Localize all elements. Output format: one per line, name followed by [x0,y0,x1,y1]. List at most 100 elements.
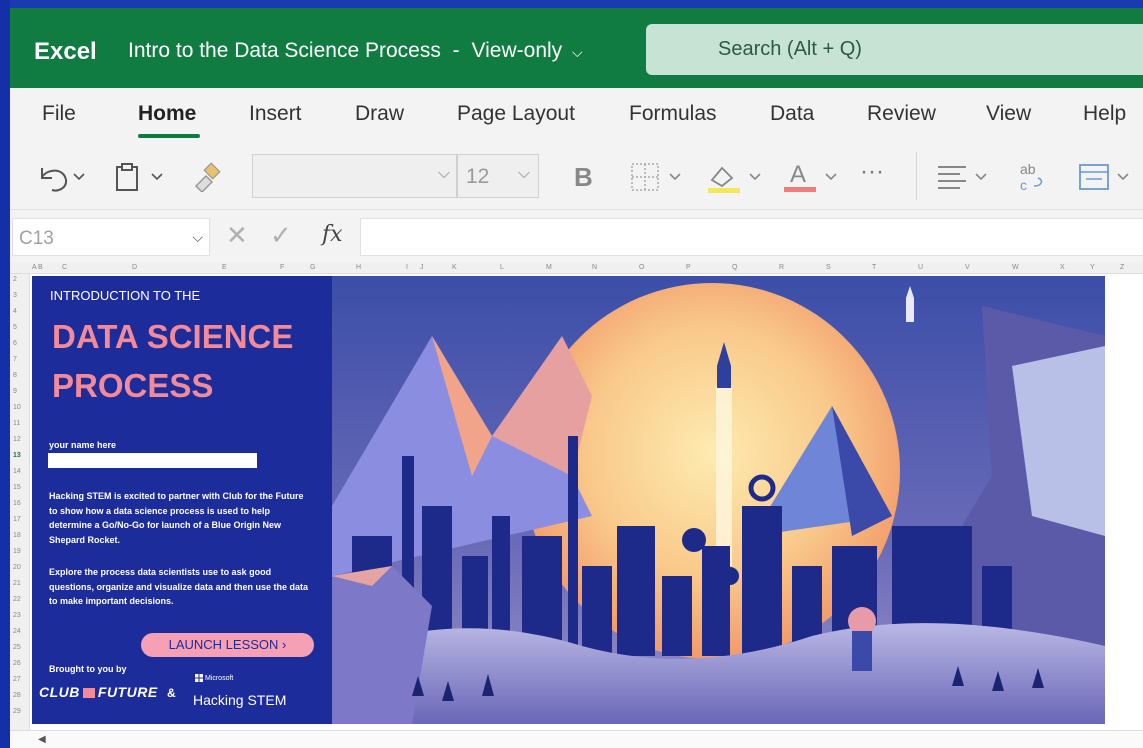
column-header[interactable]: T [872,264,876,271]
borders-button[interactable] [630,162,690,198]
merge-cells-button[interactable] [1078,162,1138,198]
column-header[interactable]: V [965,264,970,271]
column-header[interactable]: R [779,264,784,271]
column-header[interactable]: Y [1090,264,1095,271]
row-header[interactable]: 2 [13,276,17,283]
row-header[interactable]: 8 [13,372,17,379]
row-header[interactable]: 15 [13,484,21,491]
name-box[interactable]: C13 ⌵ [12,218,210,256]
launch-lesson-button[interactable]: LAUNCH LESSON › [141,633,314,657]
more-options-button[interactable]: ··· [860,158,884,186]
insert-function-icon[interactable]: fx [322,222,343,247]
paste-button[interactable] [114,162,168,198]
font-size-select[interactable]: 12 ⌵ [457,154,539,198]
column-header[interactable]: E [222,264,227,271]
format-painter-button[interactable] [192,162,222,198]
name-input-cell[interactable] [48,453,257,468]
tab-review[interactable]: Review [867,102,936,126]
enter-check-icon[interactable]: ✓ [270,220,292,251]
column-header[interactable]: X [1060,264,1065,271]
row-header[interactable]: 17 [13,516,21,523]
column-header[interactable]: W [1012,264,1019,271]
row-header[interactable]: 18 [13,532,21,539]
tab-home[interactable]: Home [138,102,196,126]
row-header[interactable]: 21 [13,580,21,587]
row-header[interactable]: 14 [13,468,21,475]
scroll-left-icon[interactable]: ◀ [38,734,46,745]
row-header[interactable]: 11 [13,420,20,427]
bold-button[interactable]: B [574,162,593,193]
chevron-down-icon: ⌵ [437,165,450,182]
row-header[interactable]: 7 [13,356,17,363]
align-button[interactable] [936,162,996,198]
wrap-text-button[interactable]: ab c [1018,160,1054,200]
brought-by-label: Brought to you by [49,664,127,674]
row-header[interactable]: 28 [13,692,21,699]
column-header[interactable]: A [32,264,37,271]
tab-view[interactable]: View [986,102,1031,126]
tab-file[interactable]: File [42,102,76,126]
row-header[interactable]: 22 [13,596,21,603]
row-header[interactable]: 12 [13,436,21,443]
column-header[interactable]: M [546,264,552,271]
excel-window: Excel Intro to the Data Science Process … [10,8,1143,748]
column-header[interactable]: O [639,264,644,271]
formula-input[interactable] [360,218,1143,256]
tab-page-layout[interactable]: Page Layout [457,102,575,126]
title-separator: - [452,39,460,62]
row-header-selected[interactable]: 13 [13,452,21,459]
cancel-icon[interactable]: ✕ [226,220,248,251]
lesson-title-line-2: PROCESS [52,367,214,404]
column-header[interactable]: P [686,264,691,271]
tab-help[interactable]: Help [1083,102,1126,126]
column-header[interactable]: Q [732,264,737,271]
column-header[interactable]: C [62,264,67,271]
horizontal-scrollbar[interactable]: ◀ [10,730,1143,748]
row-header[interactable]: 27 [13,676,21,683]
tab-data[interactable]: Data [770,102,814,126]
app-name[interactable]: Excel [34,38,97,66]
column-header[interactable]: L [500,264,504,271]
column-header[interactable]: D [132,264,137,271]
worksheet-grid[interactable]: INTRODUCTION TO THE DATA SCIENCE PROCESS… [30,274,1143,730]
title-bar: Excel Intro to the Data Science Process … [10,8,1143,88]
column-header[interactable]: B [38,264,43,271]
tab-insert[interactable]: Insert [249,102,302,126]
column-header[interactable]: N [592,264,597,271]
column-header[interactable]: F [280,264,284,271]
column-header[interactable]: G [310,264,315,271]
column-header[interactable]: J [420,264,424,271]
row-header[interactable]: 20 [13,564,21,571]
document-title[interactable]: Intro to the Data Science Process - View… [128,39,583,63]
row-header[interactable]: 16 [13,500,21,507]
row-header[interactable]: 10 [13,404,21,411]
row-header[interactable]: 24 [13,628,21,635]
column-header[interactable]: Z [1120,264,1124,271]
chevron-down-icon: ⌵ [192,229,203,245]
row-header[interactable]: 3 [13,292,17,299]
fill-color-button[interactable] [706,162,768,200]
tab-draw[interactable]: Draw [355,102,404,126]
column-header[interactable]: S [826,264,831,271]
undo-button[interactable] [36,162,86,198]
ribbon-tabs: File Home Insert Draw Page Layout Formul… [10,88,1143,148]
row-header[interactable]: 19 [13,548,21,555]
row-header[interactable]: 29 [13,708,21,715]
column-header[interactable]: I [406,264,408,271]
desktop-background-top [0,0,1143,8]
row-header[interactable]: 4 [13,308,17,315]
row-header[interactable]: 23 [13,612,21,619]
microsoft-logo: Microsoft [195,674,233,682]
row-header[interactable]: 6 [13,340,17,347]
font-color-button[interactable]: A [782,160,844,200]
row-header[interactable]: 5 [13,324,17,331]
column-header[interactable]: H [356,264,361,271]
font-family-select[interactable]: ⌵ [252,154,457,198]
row-header[interactable]: 25 [13,644,21,651]
search-box[interactable]: Search (Alt + Q) [646,24,1143,75]
tab-formulas[interactable]: Formulas [629,102,717,126]
row-header[interactable]: 26 [13,660,21,667]
row-header[interactable]: 9 [13,388,17,395]
column-header[interactable]: U [918,264,923,271]
column-header[interactable]: K [452,264,457,271]
